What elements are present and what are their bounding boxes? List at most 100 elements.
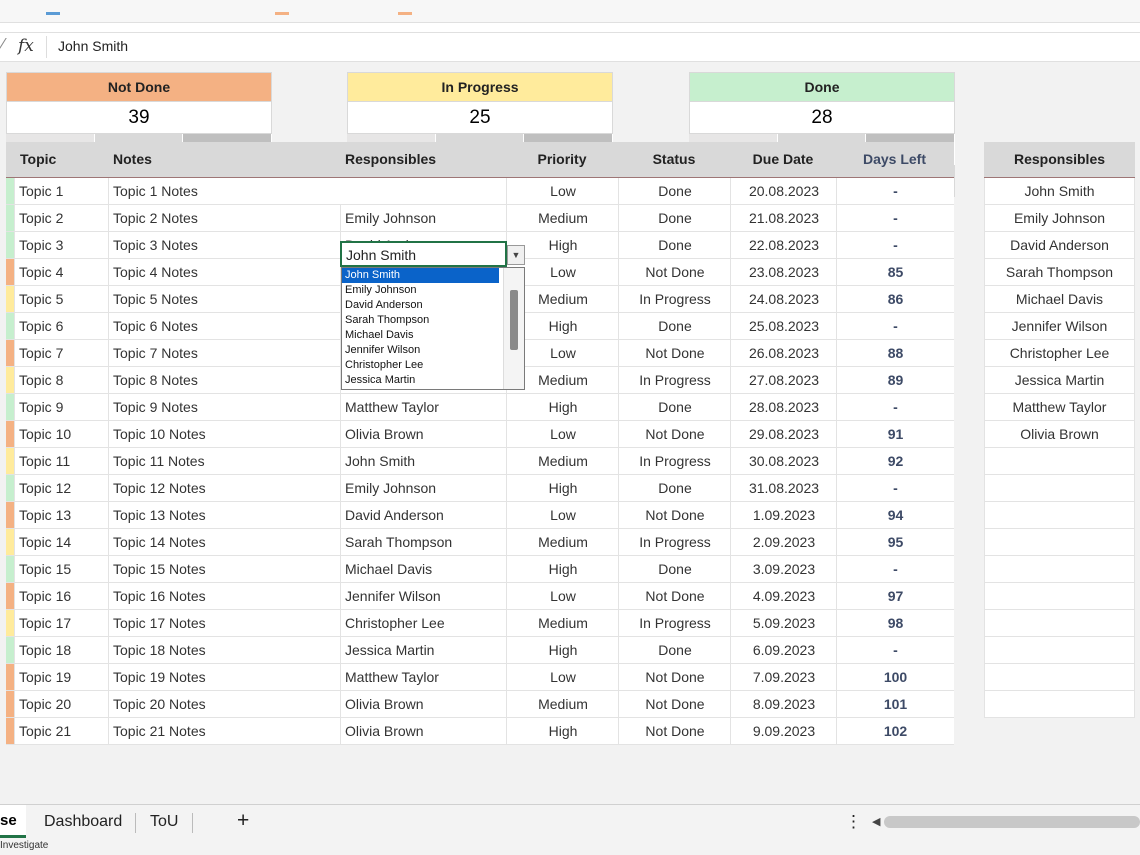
cell-status[interactable]: In Progress (618, 448, 731, 474)
cell-days-left[interactable]: - (836, 637, 954, 663)
responsible-cell-editor[interactable]: John Smith (340, 241, 507, 267)
cell-responsible[interactable]: John Smith (340, 448, 507, 474)
cell-days-left[interactable]: 86 (836, 286, 954, 312)
cell-status[interactable]: In Progress (618, 610, 731, 636)
cell-status[interactable]: Not Done (618, 259, 731, 285)
cell-notes[interactable]: Topic 10 Notes (108, 421, 342, 447)
cell-topic[interactable]: Topic 1 (14, 178, 113, 204)
cell-status[interactable]: Not Done (618, 691, 731, 717)
cell-priority[interactable]: High (506, 637, 619, 663)
cell-priority[interactable]: Medium (506, 691, 619, 717)
cell-topic[interactable]: Topic 3 (14, 232, 113, 258)
fx-icon[interactable]: fx (18, 36, 34, 56)
cell-due-date[interactable]: 20.08.2023 (730, 178, 837, 204)
cell-topic[interactable]: Topic 16 (14, 583, 113, 609)
dropdown-option[interactable]: Jennifer Wilson (342, 343, 499, 358)
cell-priority[interactable]: High (506, 475, 619, 501)
responsible-list-item[interactable] (984, 664, 1135, 691)
cell-responsible[interactable]: David Anderson (340, 502, 507, 528)
cell-priority[interactable]: Medium (506, 610, 619, 636)
cell-due-date[interactable]: 28.08.2023 (730, 394, 837, 420)
responsible-list-item[interactable] (984, 448, 1135, 475)
dropdown-scrollbar[interactable] (503, 268, 524, 389)
cell-topic[interactable]: Topic 19 (14, 664, 113, 690)
cell-topic[interactable]: Topic 12 (14, 475, 113, 501)
responsible-list-item[interactable]: Matthew Taylor (984, 394, 1135, 421)
cell-due-date[interactable]: 30.08.2023 (730, 448, 837, 474)
cell-notes[interactable]: Topic 11 Notes (108, 448, 342, 474)
cell-status[interactable]: Not Done (618, 718, 731, 744)
column-header-topic[interactable]: Topic (20, 142, 56, 177)
dropdown-scroll-thumb[interactable] (510, 290, 518, 350)
cell-topic[interactable]: Topic 8 (14, 367, 113, 393)
dropdown-option[interactable]: Jessica Martin (342, 373, 499, 388)
cell-due-date[interactable]: 27.08.2023 (730, 367, 837, 393)
cell-days-left[interactable]: - (836, 475, 954, 501)
cell-notes[interactable]: Topic 13 Notes (108, 502, 342, 528)
cell-due-date[interactable]: 6.09.2023 (730, 637, 837, 663)
cell-notes[interactable]: Topic 1 Notes (108, 178, 342, 204)
cell-topic[interactable]: Topic 5 (14, 286, 113, 312)
cell-status[interactable]: In Progress (618, 286, 731, 312)
cell-notes[interactable]: Topic 16 Notes (108, 583, 342, 609)
column-header-responsibles[interactable]: Responsibles (345, 142, 436, 177)
dropdown-option[interactable]: Sarah Thompson (342, 313, 499, 328)
cell-topic[interactable]: Topic 11 (14, 448, 113, 474)
cell-topic[interactable]: Topic 15 (14, 556, 113, 582)
more-options-icon[interactable]: ⋮ (845, 812, 862, 832)
cell-days-left[interactable]: - (836, 178, 954, 204)
cell-notes[interactable]: Topic 5 Notes (108, 286, 342, 312)
responsible-list-item[interactable]: Michael Davis (984, 286, 1135, 313)
cell-notes[interactable]: Topic 4 Notes (108, 259, 342, 285)
cell-status[interactable]: In Progress (618, 367, 731, 393)
cell-days-left[interactable]: 92 (836, 448, 954, 474)
cell-due-date[interactable]: 23.08.2023 (730, 259, 837, 285)
cell-responsible[interactable]: Emily Johnson (340, 475, 507, 501)
cell-topic[interactable]: Topic 14 (14, 529, 113, 555)
cell-days-left[interactable]: 102 (836, 718, 954, 744)
cell-status[interactable]: Done (618, 556, 731, 582)
cell-days-left[interactable]: 95 (836, 529, 954, 555)
cell-days-left[interactable]: 98 (836, 610, 954, 636)
responsible-list-item[interactable]: John Smith (984, 178, 1135, 205)
cell-notes[interactable]: Topic 12 Notes (108, 475, 342, 501)
responsible-list-item[interactable] (984, 610, 1135, 637)
cell-days-left[interactable]: 89 (836, 367, 954, 393)
cell-priority[interactable]: Low (506, 664, 619, 690)
cell-due-date[interactable]: 4.09.2023 (730, 583, 837, 609)
responsible-list-item[interactable] (984, 691, 1135, 718)
cell-topic[interactable]: Topic 21 (14, 718, 113, 744)
responsible-list-item[interactable]: Christopher Lee (984, 340, 1135, 367)
cell-notes[interactable]: Topic 15 Notes (108, 556, 342, 582)
column-header-due-date[interactable]: Due Date (730, 142, 836, 177)
responsible-list-item[interactable]: Olivia Brown (984, 421, 1135, 448)
cell-priority[interactable]: Medium (506, 529, 619, 555)
cell-topic[interactable]: Topic 2 (14, 205, 113, 231)
responsible-list-item[interactable] (984, 637, 1135, 664)
cell-topic[interactable]: Topic 13 (14, 502, 113, 528)
dropdown-option[interactable]: John Smith (342, 268, 499, 283)
cell-status[interactable]: Done (618, 232, 731, 258)
responsible-list-item[interactable]: Emily Johnson (984, 205, 1135, 232)
cell-responsible[interactable]: Jennifer Wilson (340, 583, 507, 609)
cell-due-date[interactable]: 22.08.2023 (730, 232, 837, 258)
cell-topic[interactable]: Topic 20 (14, 691, 113, 717)
cell-topic[interactable]: Topic 17 (14, 610, 113, 636)
cell-topic[interactable]: Topic 6 (14, 313, 113, 339)
cell-due-date[interactable]: 7.09.2023 (730, 664, 837, 690)
responsible-list-item[interactable]: Jessica Martin (984, 367, 1135, 394)
cell-due-date[interactable]: 21.08.2023 (730, 205, 837, 231)
cell-topic[interactable]: Topic 18 (14, 637, 113, 663)
cell-responsible[interactable]: Michael Davis (340, 556, 507, 582)
responsible-list-item[interactable]: Sarah Thompson (984, 259, 1135, 286)
responsible-list-item[interactable]: Jennifer Wilson (984, 313, 1135, 340)
responsible-list-item[interactable]: David Anderson (984, 232, 1135, 259)
column-header-status[interactable]: Status (618, 142, 730, 177)
cell-priority[interactable]: High (506, 718, 619, 744)
cell-due-date[interactable]: 25.08.2023 (730, 313, 837, 339)
cell-notes[interactable]: Topic 19 Notes (108, 664, 342, 690)
cell-days-left[interactable]: 85 (836, 259, 954, 285)
cell-topic[interactable]: Topic 4 (14, 259, 113, 285)
add-sheet-button[interactable]: + (237, 809, 249, 833)
dropdown-option[interactable]: Emily Johnson (342, 283, 499, 298)
